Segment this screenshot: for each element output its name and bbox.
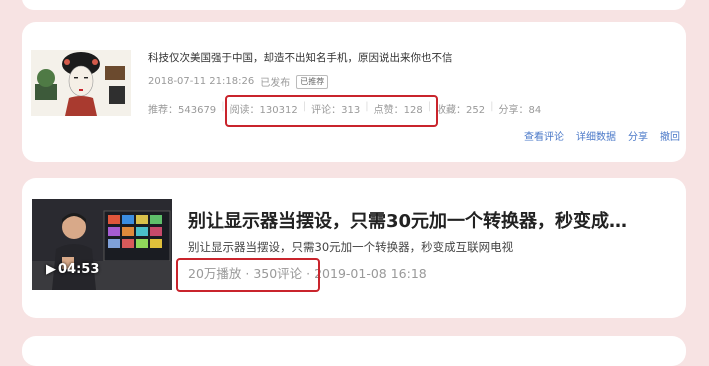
- highlight-box-play-stats: [176, 258, 320, 292]
- recommended-badge: 已推荐: [296, 74, 329, 89]
- previous-card: [22, 0, 686, 10]
- play-icon: ▶: [46, 262, 56, 277]
- stat-divider: |: [490, 101, 494, 112]
- article-title[interactable]: 科技仅次美国强于中国，却造不出知名手机，原因说出来你也不信: [148, 50, 453, 65]
- recommend-count: 推荐：543679: [148, 105, 217, 116]
- video-duration: ▶ 04:53: [46, 262, 99, 277]
- article-datetime: 2018-07-11 21:18:26: [148, 76, 255, 87]
- view-comments-link[interactable]: 查看评论: [524, 128, 564, 143]
- duration-text: 04:53: [58, 262, 100, 277]
- video-subtitle: 别让显示器当摆设，只需30元加一个转换器，秒变成互联网电视: [188, 240, 514, 254]
- article-thumbnail[interactable]: [31, 50, 131, 116]
- video-card: ▶ 04:53 别让显示器当摆设，只需30元加一个转换器，秒变成… 别让显示器当…: [22, 178, 686, 318]
- next-card: [22, 336, 686, 366]
- article-status: 已发布: [260, 78, 291, 89]
- article-actions: 查看评论 详细数据 分享 撤回: [524, 128, 680, 143]
- share-count: 分享：84: [498, 105, 542, 116]
- share-link[interactable]: 分享: [628, 128, 648, 143]
- highlight-box-read-stats: [225, 95, 438, 127]
- favorite-count: 收藏：252: [436, 105, 486, 116]
- article-card: 科技仅次美国强于中国，却造不出知名手机，原因说出来你也不信 2018-07-11…: [22, 22, 686, 162]
- video-title[interactable]: 别让显示器当摆设，只需30元加一个转换器，秒变成…: [188, 207, 627, 233]
- withdraw-link[interactable]: 撤回: [660, 128, 680, 143]
- video-datetime: 2019-01-08 16:18: [314, 266, 427, 281]
- detailed-data-link[interactable]: 详细数据: [576, 128, 616, 143]
- video-thumbnail[interactable]: ▶ 04:53: [32, 199, 172, 290]
- article-meta: 2018-07-11 21:18:26 已发布 已推荐: [148, 74, 334, 89]
